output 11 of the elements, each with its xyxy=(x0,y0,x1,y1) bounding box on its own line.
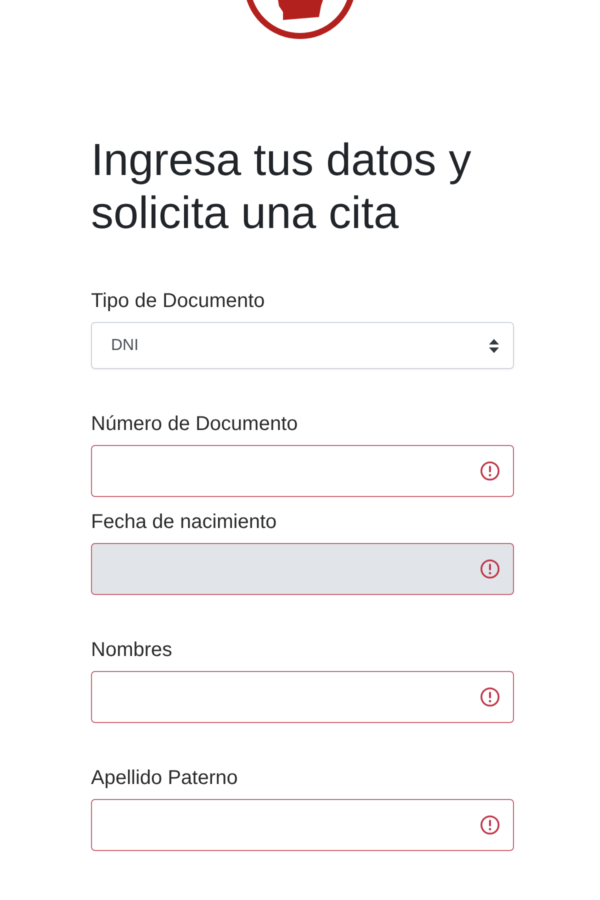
input-field[interactable] xyxy=(91,799,514,851)
sort-arrows-icon xyxy=(489,338,499,352)
input-field[interactable] xyxy=(91,445,514,497)
page-heading: Ingresa tus datos y solicita una cita xyxy=(91,133,472,239)
input-field[interactable] xyxy=(91,671,514,723)
field-label: Apellido Paterno xyxy=(91,766,238,790)
field-label: Tipo de Documento xyxy=(91,289,265,313)
field-label: Número de Documento xyxy=(91,412,298,436)
field-label: Nombres xyxy=(91,638,172,662)
document-type-select[interactable]: DNI xyxy=(91,322,514,369)
field-label: Fecha de nacimiento xyxy=(91,510,277,534)
